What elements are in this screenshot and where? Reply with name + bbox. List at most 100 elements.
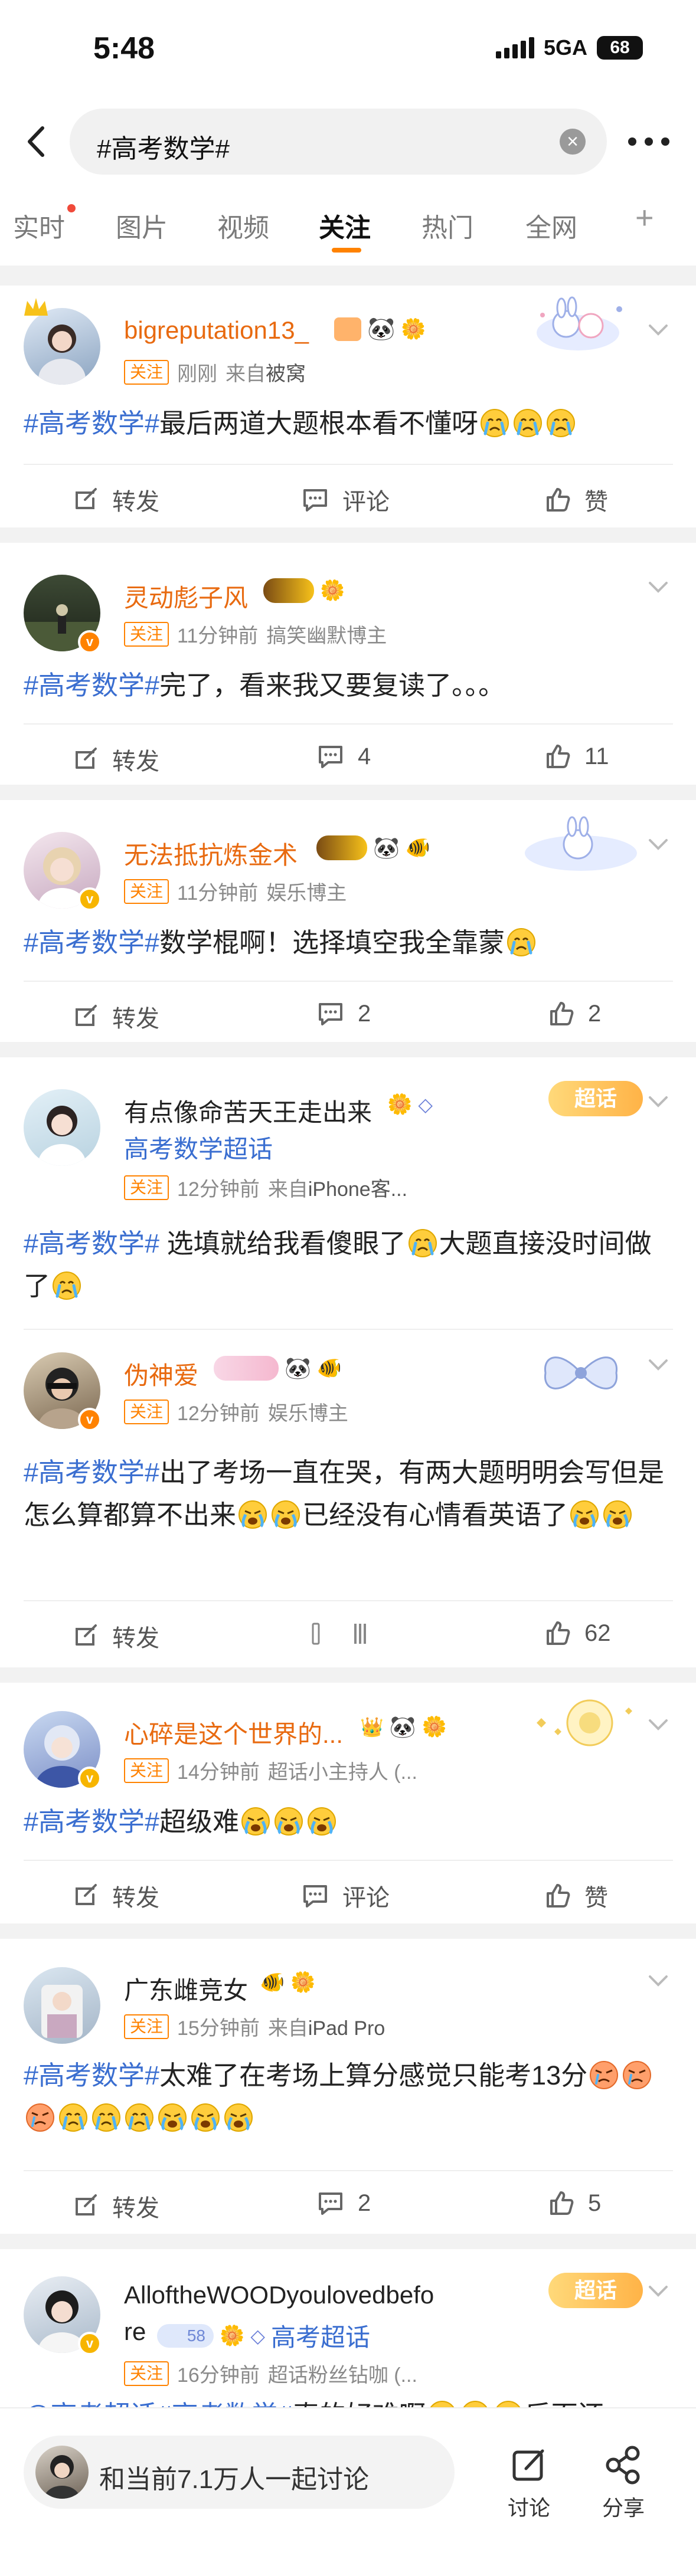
- avatar[interactable]: [24, 1967, 100, 2044]
- repost-button[interactable]: 转发: [71, 2189, 159, 2223]
- chevron-down-icon[interactable]: [646, 2282, 670, 2300]
- supertopic-deco-badge: 超话: [548, 2273, 643, 2308]
- supertopic-link[interactable]: 高考超话: [271, 2318, 370, 2354]
- comment-button[interactable]: 4: [316, 742, 371, 771]
- username[interactable]: 灵动彪子风: [124, 578, 248, 614]
- username[interactable]: 无法抵抗炼金术: [124, 835, 298, 871]
- back-arrow-icon[interactable]: [17, 121, 58, 162]
- tab-hot[interactable]: 热门: [421, 207, 473, 244]
- repost-button[interactable]: 转发: [71, 742, 159, 776]
- verified-badge-icon: v: [78, 887, 102, 911]
- tab-realtime[interactable]: 实时: [13, 204, 76, 244]
- add-tab-button[interactable]: +: [635, 199, 654, 236]
- username-line-1[interactable]: AlloftheWOODyoulovedbefo: [124, 2281, 434, 2309]
- repost-button[interactable]: 转发: [71, 999, 159, 1034]
- hashtag-link[interactable]: #高考数学#: [24, 670, 159, 700]
- repost-button[interactable]: 转发: [71, 1879, 159, 1913]
- hashtag-link[interactable]: #高考数学#: [24, 1807, 159, 1837]
- follow-tag[interactable]: 关注: [124, 2361, 169, 2386]
- repost-label: 转发: [112, 1885, 159, 1911]
- post-source[interactable]: 被窝: [266, 363, 306, 385]
- comment-button[interactable]: 2: [316, 2189, 371, 2217]
- post-actions: 转发 4 11: [0, 725, 696, 789]
- hashtag-link[interactable]: #高考数学#: [24, 928, 159, 958]
- like-button[interactable]: 赞: [543, 483, 608, 517]
- chevron-down-icon[interactable]: [646, 578, 670, 596]
- follow-tag[interactable]: 关注: [124, 879, 169, 904]
- comment-button[interactable]: 评论: [301, 483, 390, 517]
- post-meta: 关注 刚刚 来自被窝: [124, 358, 306, 386]
- comment-button[interactable]: [309, 1619, 379, 1647]
- source-prefix: 来自: [267, 2017, 308, 2040]
- username[interactable]: bigreputation13_: [124, 316, 309, 345]
- repost-button[interactable]: 转发: [71, 1619, 159, 1653]
- tab-all-web[interactable]: 全网: [525, 207, 577, 244]
- post-card[interactable]: bigreputation13_ 🐼 🌼 关注 刚刚 来自被窝 #高考数学#最后…: [0, 286, 696, 527]
- post-source[interactable]: iPad Pro: [308, 2017, 385, 2040]
- hashtag-link[interactable]: #高考数学#: [24, 408, 159, 438]
- username[interactable]: 有点像命苦天王走出来: [124, 1093, 372, 1129]
- chevron-down-icon[interactable]: [646, 321, 670, 339]
- bunny-decoration-icon: [537, 296, 622, 350]
- post-time: 11分钟前: [177, 882, 259, 904]
- like-button[interactable]: 62: [543, 1619, 611, 1647]
- follow-tag[interactable]: 关注: [124, 359, 169, 385]
- like-button[interactable]: 5: [547, 2189, 601, 2217]
- chevron-down-icon[interactable]: [646, 835, 670, 853]
- source-prefix: 来自: [226, 363, 266, 385]
- post-actions: 转发 2 2: [0, 982, 696, 1047]
- chevron-down-icon[interactable]: [646, 1972, 670, 1990]
- repost-label: 转发: [112, 2195, 159, 2221]
- chevron-down-icon[interactable]: [646, 1716, 670, 1733]
- hashtag-link[interactable]: #高考数学#: [24, 2060, 159, 2090]
- post-card[interactable]: v 无法抵抗炼金术 🐼 🐠 关注 11分钟前 娱乐博主 #高考数学#数学棍啊！选…: [0, 800, 696, 1042]
- angry-crying-emoji-icon: [589, 2060, 619, 2090]
- follow-tag[interactable]: 关注: [124, 1175, 169, 1200]
- share-label: 分享: [602, 2496, 645, 2520]
- tab-videos[interactable]: 视频: [217, 207, 269, 244]
- search-input[interactable]: #高考数学# ×: [70, 109, 607, 175]
- crying-emoji-icon: [58, 2102, 89, 2133]
- follow-tag[interactable]: 关注: [124, 2014, 169, 2039]
- post-text: #高考数学# 选填就给我看傻眼了 大题直接没时间做了: [24, 1223, 673, 1307]
- username-line-2[interactable]: re: [124, 2318, 146, 2346]
- hashtag-link[interactable]: #高考数学#: [24, 1228, 159, 1258]
- clear-icon[interactable]: ×: [560, 129, 586, 155]
- share-button[interactable]: 分享: [588, 2444, 659, 2522]
- avatar[interactable]: [24, 308, 100, 385]
- repost-button[interactable]: 转发: [71, 483, 159, 517]
- more-icon[interactable]: [625, 130, 672, 153]
- tab-following[interactable]: 关注: [319, 207, 371, 253]
- supertopic-link[interactable]: 高考数学超话: [124, 1129, 273, 1165]
- post-card[interactable]: v 心碎是这个世界的... 👑 🐼 🌼 关注 14分钟前 超话小主持人 (...…: [0, 1683, 696, 1923]
- username[interactable]: 广东雌竞女: [124, 1971, 248, 2007]
- hashtag-link[interactable]: #高考数学#: [24, 1457, 159, 1487]
- post-meta: 关注 11分钟前 娱乐博主: [124, 877, 347, 906]
- chevron-down-icon[interactable]: [646, 1356, 670, 1374]
- post-source: 娱乐博主: [266, 882, 347, 904]
- username[interactable]: 伪神爱: [124, 1356, 198, 1392]
- comment-button[interactable]: 2: [316, 999, 371, 1028]
- post-source[interactable]: iPhone客...: [308, 1178, 407, 1201]
- post-card[interactable]: v 灵动彪子风 🌼 关注 11分钟前 搞笑幽默博主 #高考数学#完了，看来我又要…: [0, 543, 696, 785]
- like-button[interactable]: 11: [543, 742, 609, 771]
- discuss-button[interactable]: 讨论: [494, 2444, 564, 2522]
- post-thread-card[interactable]: 有点像命苦天王走出来 🌼 ◇ 高考数学超话 关注 12分钟前 来自iPhone客…: [0, 1057, 696, 1667]
- username[interactable]: 心碎是这个世界的...: [124, 1715, 343, 1751]
- like-button[interactable]: 赞: [543, 1879, 608, 1913]
- post-card[interactable]: 广东雌竞女 🐠 🌼 关注 15分钟前 来自iPad Pro #高考数学#太难了在…: [0, 1939, 696, 2234]
- comment-button[interactable]: 评论: [301, 1879, 390, 1913]
- hashtag-link[interactable]: @高考超话#高考数学#: [24, 2400, 293, 2407]
- tab-images[interactable]: 图片: [116, 207, 168, 244]
- like-button[interactable]: 2: [547, 999, 601, 1028]
- avatar[interactable]: [24, 1089, 100, 1166]
- discuss-input[interactable]: 和当前7.1万人一起讨论: [24, 2436, 455, 2509]
- follow-tag[interactable]: 关注: [124, 1758, 169, 1783]
- follow-tag[interactable]: 关注: [124, 1399, 169, 1424]
- chevron-down-icon[interactable]: [646, 1093, 670, 1110]
- panda-icon: 🐼: [285, 1356, 311, 1380]
- post-card[interactable]: v AlloftheWOODyoulovedbefo re 58 🌼 ◇ 高考超…: [0, 2249, 696, 2407]
- post-body: 超级难: [159, 1807, 240, 1837]
- follow-tag[interactable]: 关注: [124, 621, 169, 647]
- crying-emoji-icon: [124, 2102, 155, 2133]
